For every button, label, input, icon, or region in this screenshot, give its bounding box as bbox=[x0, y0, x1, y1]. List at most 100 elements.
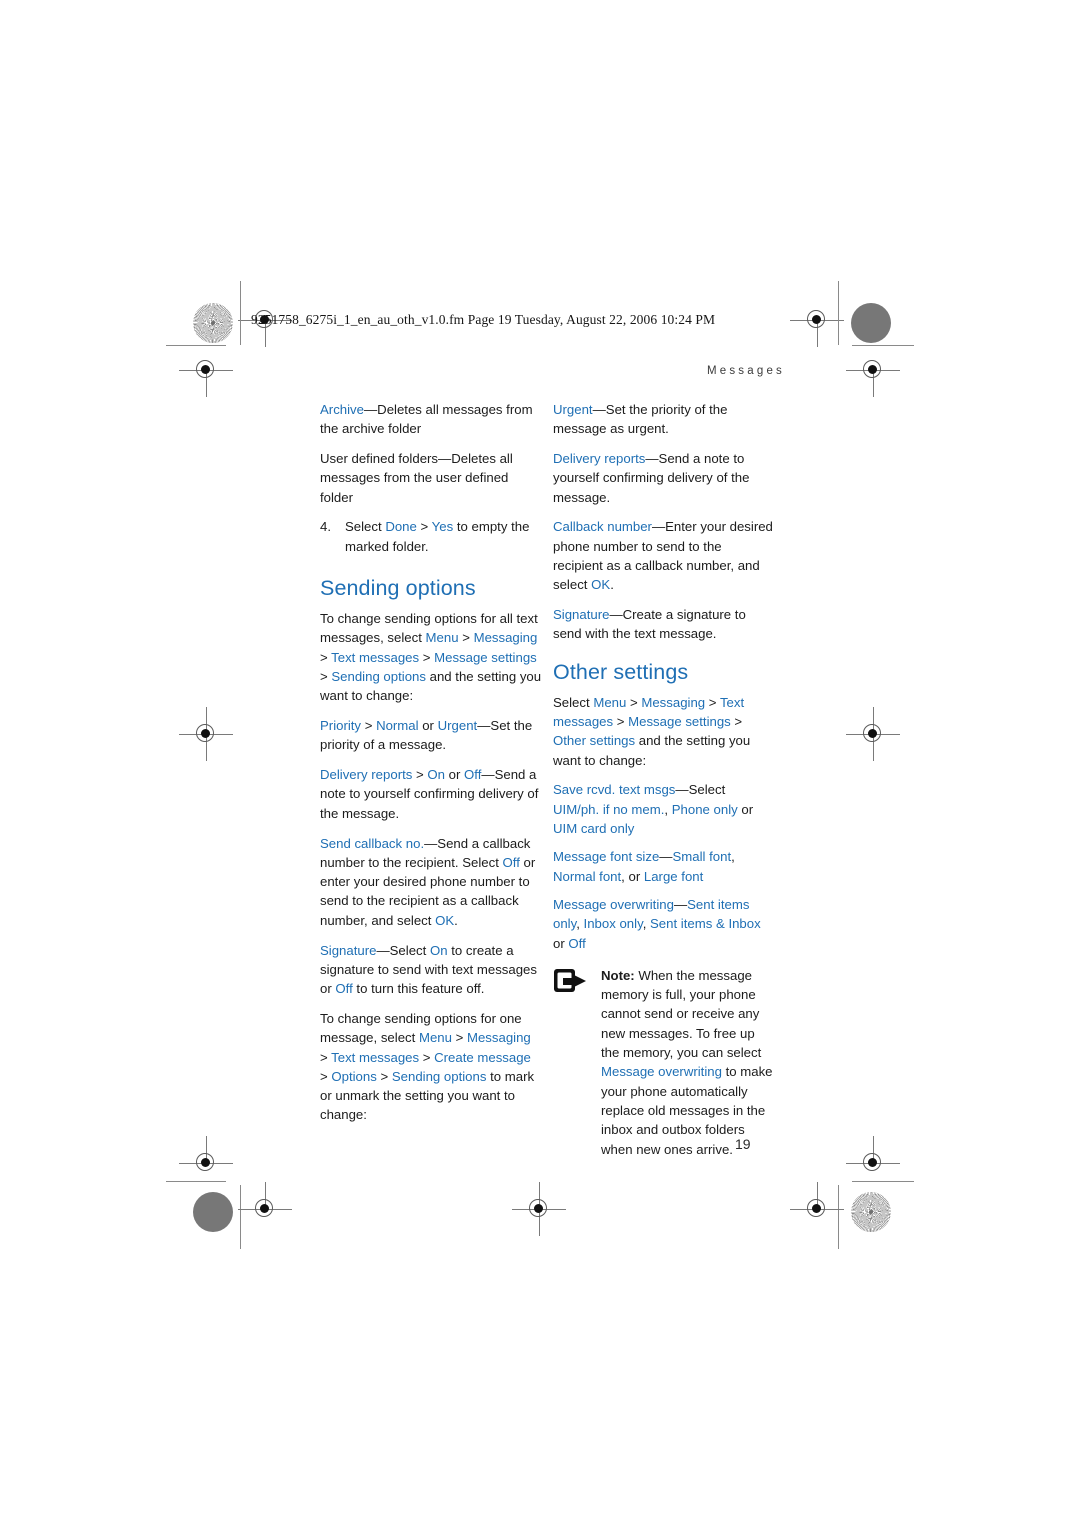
save-rcvd-text-msgs-item: Save rcvd. text msgs—Select UIM/ph. if n… bbox=[553, 780, 775, 838]
one-path-sep-3: > bbox=[320, 1068, 332, 1084]
priority-sep-1: or bbox=[418, 718, 438, 734]
message-overwriting-item: Message overwriting—Sent items only, Inb… bbox=[553, 895, 775, 953]
overwriting-term: Message overwriting bbox=[553, 896, 674, 912]
delivery-value-on: On bbox=[427, 767, 445, 783]
registration-mark-left-lower bbox=[179, 1136, 233, 1180]
signature-term-left: Signature bbox=[320, 942, 377, 958]
one-path-options: Options bbox=[331, 1068, 377, 1084]
other-path-sep-1: > bbox=[705, 694, 720, 710]
right-text-column: Urgent—Set the priority of the message a… bbox=[553, 400, 775, 1159]
priority-value-urgent: Urgent bbox=[437, 718, 478, 734]
crop-line-top-left-vertical bbox=[240, 281, 241, 345]
other-path-sep-3: > bbox=[730, 714, 743, 730]
registration-mark-bottom-center bbox=[512, 1182, 566, 1236]
path-menu: Menu bbox=[425, 630, 459, 646]
other-path-menu: Menu bbox=[593, 694, 627, 710]
font-size-term: Message font size bbox=[553, 849, 660, 865]
overwriting-value-2: Inbox only bbox=[583, 916, 643, 932]
one-path-sep-0: > bbox=[451, 1030, 467, 1046]
save-rcvd-value-1: UIM/ph. if no mem. bbox=[553, 801, 665, 817]
path-sending-options: Sending options bbox=[331, 668, 426, 684]
path-sep-3: > bbox=[320, 668, 332, 684]
one-message-intro: To change sending options for one messag… bbox=[320, 1009, 542, 1125]
crop-line-top-right-vertical bbox=[838, 281, 839, 345]
step-4: 4. Select Done > Yes to empty the marked… bbox=[320, 517, 542, 556]
font-size-sep-0: , bbox=[731, 849, 735, 865]
one-path-sending-options: Sending options bbox=[391, 1068, 487, 1084]
registration-mark-right-upper bbox=[846, 353, 900, 397]
callback-value-ok: OK bbox=[591, 577, 611, 593]
chapter-running-head: Messages bbox=[706, 365, 785, 377]
save-rcvd-sep-1: or bbox=[737, 801, 754, 817]
urgent-item: Urgent—Set the priority of the message a… bbox=[553, 400, 775, 439]
save-rcvd-value-3: UIM card only bbox=[553, 821, 635, 837]
crop-line-bottom-right-vertical bbox=[838, 1185, 839, 1249]
registration-mark-top-right-inner bbox=[790, 303, 844, 347]
other-path-message-settings: Message settings bbox=[628, 714, 731, 730]
font-size-dash: — bbox=[659, 849, 673, 865]
delivery-reports-item: Delivery reports > On or Off—Send a note… bbox=[320, 765, 542, 823]
registration-mark-left-upper bbox=[179, 353, 233, 397]
other-path-sep-2: > bbox=[613, 714, 629, 730]
other-path-other-settings: Other settings bbox=[553, 733, 636, 749]
signature-desc-pre: Select bbox=[389, 942, 430, 958]
save-rcvd-dash: — bbox=[675, 782, 689, 798]
document-page: 9251758_6275i_1_en_au_oth_v1.0.fm Page 1… bbox=[0, 0, 1080, 1527]
delivery-reports-term: Delivery reports bbox=[320, 767, 413, 783]
save-rcvd-term: Save rcvd. text msgs bbox=[553, 782, 676, 798]
send-callback-value-ok: OK bbox=[435, 912, 455, 928]
one-path-messaging: Messaging bbox=[466, 1030, 531, 1046]
step-4-lead: Select bbox=[345, 519, 386, 535]
delivery-dash: — bbox=[481, 767, 495, 783]
priority-dash: — bbox=[477, 718, 491, 734]
callback-number-term: Callback number bbox=[553, 519, 652, 535]
path-message-settings: Message settings bbox=[434, 649, 537, 665]
save-rcvd-lead: Select bbox=[688, 782, 726, 798]
signature-value-on: On bbox=[429, 942, 448, 958]
font-size-value-1: Small font bbox=[672, 849, 732, 865]
message-font-size-item: Message font size—Small font, Normal fon… bbox=[553, 847, 775, 886]
one-path-sep-2: > bbox=[419, 1049, 435, 1065]
signature-term-right: Signature bbox=[553, 607, 610, 623]
registration-mark-right-middle bbox=[846, 707, 900, 761]
priority-sep-0: > bbox=[361, 718, 377, 734]
gray-dot-mark-bottom-left bbox=[193, 1192, 233, 1232]
archive-dash: — bbox=[363, 402, 378, 417]
overwriting-value-4: Off bbox=[568, 935, 586, 951]
signature-dash-right: — bbox=[609, 607, 623, 623]
callback-number-item: Callback number—Enter your desired phone… bbox=[553, 517, 775, 594]
one-path-text-messages: Text messages bbox=[331, 1049, 420, 1065]
delivery-sep-0: > bbox=[412, 767, 428, 783]
left-text-column: Archive—Deletes all messages from the ar… bbox=[320, 400, 542, 1135]
signature-desc-post: to turn this feature off. bbox=[352, 981, 485, 997]
step-4-number: 4. bbox=[320, 519, 331, 535]
crop-line-left-upper-horizontal bbox=[166, 345, 226, 346]
other-path-messaging: Messaging bbox=[641, 694, 706, 710]
send-callback-dash: — bbox=[424, 835, 438, 851]
sending-options-heading: Sending options bbox=[320, 576, 476, 601]
delivery-reports-item-right: Delivery reports—Send a note to yourself… bbox=[553, 449, 775, 507]
signature-item-left: Signature—Select On to create a signatur… bbox=[320, 941, 542, 999]
crop-line-left-lower-horizontal bbox=[166, 1181, 226, 1182]
starburst-mark-top-left bbox=[193, 303, 233, 343]
urgent-term: Urgent bbox=[553, 402, 593, 417]
overwriting-sep-2: or bbox=[553, 935, 569, 951]
overwriting-sep-1: , bbox=[642, 916, 651, 932]
font-size-value-2: Normal font bbox=[553, 868, 622, 884]
font-size-value-3: Large font bbox=[643, 868, 704, 884]
one-path-sep-4: > bbox=[376, 1068, 392, 1084]
registration-mark-bottom-left-inner bbox=[238, 1182, 292, 1226]
crop-line-bottom-left-vertical bbox=[240, 1185, 241, 1249]
signature-value-off: Off bbox=[335, 981, 353, 997]
delivery-dash-right: — bbox=[645, 451, 659, 467]
other-path-sep-0: > bbox=[626, 694, 642, 710]
signature-item-right: Signature—Create a signature to send wit… bbox=[553, 605, 775, 644]
save-rcvd-sep-0: , bbox=[664, 801, 672, 817]
delivery-value-off: Off bbox=[464, 767, 482, 783]
path-sep-2: > bbox=[419, 649, 435, 665]
note-phone-arrow-icon bbox=[553, 968, 591, 994]
note-term-message-overwriting: Message overwriting bbox=[601, 1064, 722, 1080]
registration-mark-bottom-right-inner bbox=[790, 1182, 844, 1226]
crop-line-right-upper-horizontal bbox=[852, 345, 914, 346]
delivery-sep-1: or bbox=[444, 767, 465, 783]
